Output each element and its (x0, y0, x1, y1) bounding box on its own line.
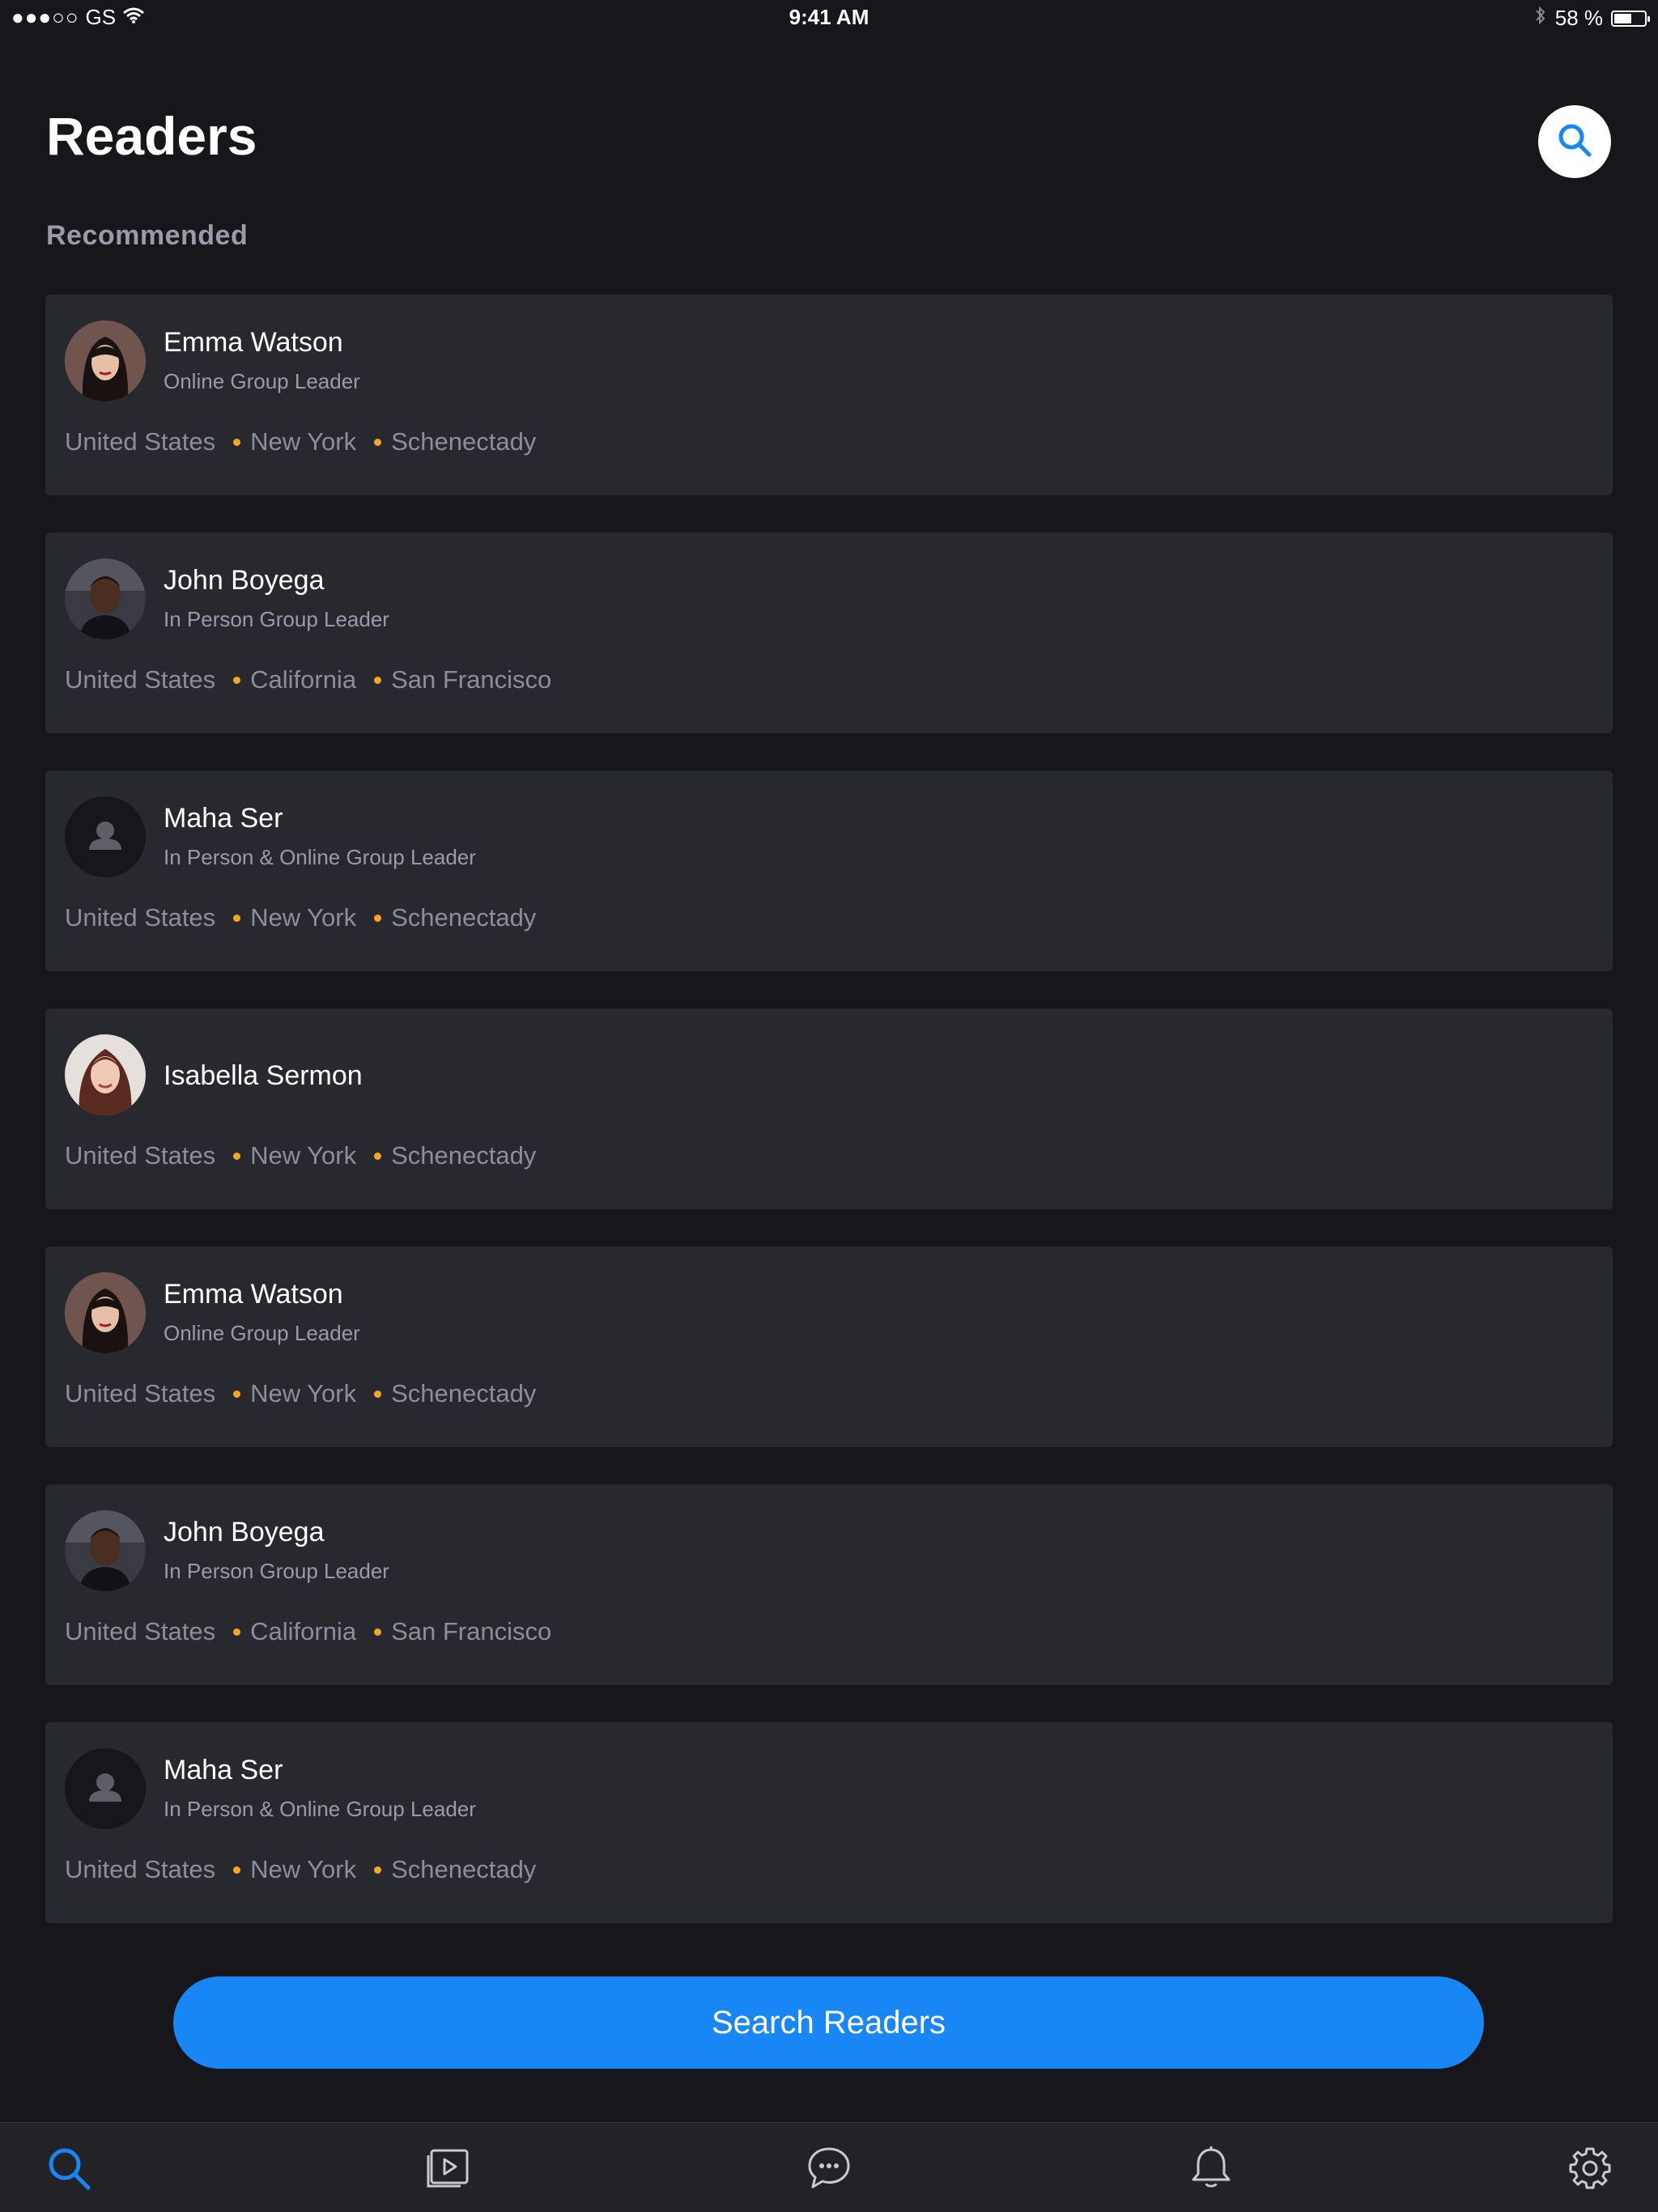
separator-dot (374, 676, 382, 684)
search-icon (1555, 121, 1594, 163)
location-country: United States (65, 1379, 216, 1407)
chat-icon (805, 2144, 853, 2197)
location-country: United States (65, 1141, 216, 1170)
location-country: United States (65, 903, 216, 932)
separator-dot (374, 914, 382, 922)
location-city: Schenectady (391, 1855, 537, 1883)
location-state: California (250, 1617, 357, 1645)
reader-name: Emma Watson (164, 1279, 343, 1310)
location-state: California (250, 665, 357, 694)
reader-name: John Boyega (164, 565, 325, 596)
battery-fill (1614, 13, 1631, 23)
reader-card[interactable]: Emma Watson Online Group Leader United Sta… (45, 1246, 1613, 1447)
location-country: United States (65, 1855, 216, 1883)
separator-dot (374, 1866, 382, 1874)
reader-location: United States California San Francisco (65, 665, 551, 694)
reader-card[interactable]: Maha Ser In Person & Online Group Leader U… (45, 1722, 1613, 1923)
location-state: New York (250, 903, 357, 932)
location-city: Schenectady (391, 1141, 537, 1170)
location-state: New York (250, 1141, 357, 1170)
header-search-button[interactable] (1538, 105, 1611, 178)
reader-card[interactable]: John Boyega In Person Group Leader United … (45, 1484, 1613, 1685)
search-readers-label: Search Readers (711, 2004, 946, 2040)
avatar (65, 321, 146, 401)
reader-location: United States New York Schenectady (65, 1141, 536, 1170)
bell-icon (1187, 2144, 1235, 2197)
separator-dot (233, 1390, 241, 1398)
reader-location: United States New York Schenectady (65, 903, 536, 932)
separator-dot (233, 676, 241, 684)
location-state: New York (250, 1379, 357, 1407)
separator-dot (374, 1152, 382, 1160)
tab-search[interactable] (45, 2146, 93, 2194)
location-state: New York (250, 427, 357, 456)
location-city: San Francisco (391, 1617, 552, 1645)
separator-dot (233, 1866, 241, 1874)
battery-icon (1611, 10, 1650, 27)
reader-name: John Boyega (164, 1517, 325, 1548)
location-city: Schenectady (391, 1379, 537, 1407)
avatar (65, 558, 146, 639)
reader-location: United States California San Francisco (65, 1617, 551, 1646)
reader-role: Online Group Leader (164, 1321, 360, 1345)
location-city: Schenectady (391, 427, 537, 456)
location-city: Schenectady (391, 903, 537, 932)
avatar (65, 1748, 146, 1829)
separator-dot (233, 1152, 241, 1160)
reader-role: In Person & Online Group Leader (164, 845, 476, 869)
location-country: United States (65, 665, 216, 694)
tab-videos[interactable] (423, 2146, 472, 2194)
search-readers-button[interactable]: Search Readers (173, 1976, 1484, 2069)
separator-dot (233, 1628, 241, 1636)
location-state: New York (250, 1855, 357, 1883)
reader-card[interactable]: John Boyega In Person Group Leader United … (45, 533, 1613, 733)
separator-dot (233, 914, 241, 922)
reader-card[interactable]: Emma Watson Online Group Leader United Sta… (45, 295, 1613, 495)
tab-messages[interactable] (805, 2146, 853, 2194)
reader-name: Maha Ser (164, 1755, 283, 1785)
status-time: 9:41 AM (789, 5, 869, 29)
separator-dot (374, 438, 382, 446)
reader-card[interactable]: Isabella Sermon United States New York Sche… (45, 1008, 1613, 1209)
location-city: San Francisco (391, 665, 552, 694)
reader-role: In Person & Online Group Leader (164, 1797, 476, 1821)
reader-role: Online Group Leader (164, 369, 360, 393)
tab-settings[interactable] (1566, 2146, 1614, 2194)
reader-name: Isabella Sermon (164, 1060, 363, 1091)
reader-name: Maha Ser (164, 803, 283, 834)
reader-name: Emma Watson (164, 327, 343, 358)
video-library-icon (423, 2144, 472, 2197)
tab-bar (0, 2122, 1658, 2212)
reader-location: United States New York Schenectady (65, 427, 536, 456)
search-icon (45, 2144, 93, 2197)
avatar (65, 1034, 146, 1115)
separator-dot (233, 438, 241, 446)
location-country: United States (65, 427, 216, 456)
gear-icon (1566, 2144, 1614, 2197)
reader-location: United States New York Schenectady (65, 1379, 536, 1408)
avatar (65, 796, 146, 877)
status-right: 58 % (1534, 5, 1650, 32)
tab-notifications[interactable] (1187, 2146, 1235, 2194)
status-bar: ●●●○○ GS 9:41 AM 58 % (0, 0, 1658, 36)
page-title: Readers (46, 106, 257, 166)
reader-location: United States New York Schenectady (65, 1855, 536, 1884)
reader-card[interactable]: Maha Ser In Person & Online Group Leader U… (45, 771, 1613, 971)
separator-dot (374, 1628, 382, 1636)
separator-dot (374, 1390, 382, 1398)
section-title: Recommended (46, 220, 249, 251)
reader-role: In Person Group Leader (164, 607, 389, 631)
reader-role: In Person Group Leader (164, 1559, 389, 1583)
bluetooth-icon (1534, 5, 1547, 32)
reader-list: Emma Watson Online Group Leader United Sta… (45, 295, 1613, 1960)
location-country: United States (65, 1617, 216, 1645)
avatar (65, 1510, 146, 1591)
battery-percent: 58 % (1554, 6, 1603, 30)
avatar (65, 1272, 146, 1353)
